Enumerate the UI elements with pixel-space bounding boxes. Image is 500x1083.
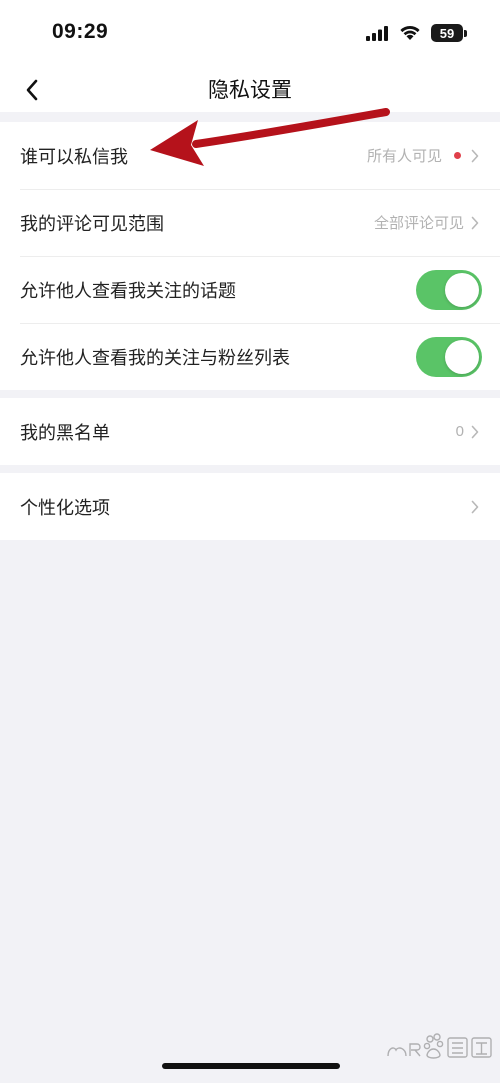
row-label: 谁可以私信我	[20, 146, 128, 167]
battery-level: 59	[439, 25, 455, 41]
row-blacklist[interactable]: 我的黑名单 0	[0, 398, 500, 465]
status-bar: 09:29 59	[0, 0, 500, 66]
row-value: 全部评论可见	[373, 215, 464, 232]
row-label: 我的评论可见范围	[20, 213, 164, 234]
row-who-can-message[interactable]: 谁可以私信我 所有人可见	[0, 122, 500, 189]
watermark	[384, 1026, 494, 1066]
row-allow-view-follow-list: 允许他人查看我的关注与粉丝列表	[0, 323, 500, 390]
chevron-right-icon	[471, 216, 479, 229]
nav-bar: 隐私设置	[0, 66, 500, 112]
row-comment-visibility[interactable]: 我的评论可见范围 全部评论可见	[0, 189, 500, 256]
battery-icon: 59	[431, 24, 463, 42]
row-value: 0	[455, 423, 464, 440]
row-label: 允许他人查看我的关注与粉丝列表	[20, 347, 290, 368]
signal-icon	[366, 26, 388, 41]
privacy-settings-group: 谁可以私信我 所有人可见 我的评论可见范围 全部评论可见 允许他人查看我关注的话…	[0, 122, 500, 390]
baidu-paw-icon	[387, 1033, 492, 1059]
notification-dot	[454, 152, 461, 159]
blacklist-group: 我的黑名单 0	[0, 398, 500, 465]
toggle-knob	[445, 339, 479, 374]
chevron-right-icon	[471, 425, 479, 438]
row-label: 个性化选项	[20, 497, 110, 518]
page-title: 隐私设置	[208, 79, 292, 102]
status-time: 09:29	[52, 20, 109, 43]
row-allow-view-topics: 允许他人查看我关注的话题	[0, 256, 500, 323]
row-personalization[interactable]: 个性化选项	[0, 473, 500, 540]
toggle-switch-topics[interactable]	[416, 269, 482, 310]
chevron-right-icon	[471, 149, 479, 162]
row-label: 我的黑名单	[20, 422, 110, 443]
home-indicator	[162, 1063, 340, 1069]
toggle-switch-follow-list[interactable]	[416, 336, 482, 377]
row-label: 允许他人查看我关注的话题	[20, 280, 236, 301]
personalization-group: 个性化选项	[0, 473, 500, 540]
battery-cap	[464, 30, 467, 37]
wifi-icon	[400, 25, 420, 40]
chevron-right-icon	[471, 500, 479, 513]
row-value: 所有人可见	[366, 148, 442, 165]
toggle-knob	[445, 272, 479, 307]
